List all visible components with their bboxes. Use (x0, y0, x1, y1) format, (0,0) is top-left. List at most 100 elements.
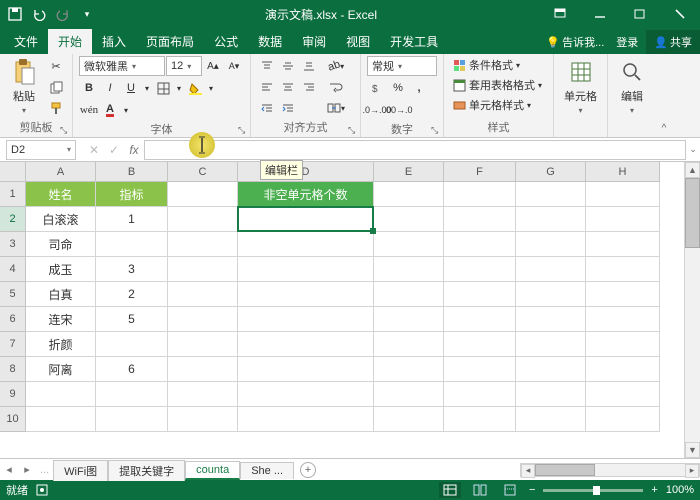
cell-D8[interactable] (238, 357, 374, 382)
cell-F2[interactable] (444, 207, 516, 232)
cell-H2[interactable] (586, 207, 660, 232)
share-button[interactable]: 👤共享 (646, 30, 700, 54)
col-header-D[interactable]: D (238, 162, 374, 182)
cell-G10[interactable] (516, 407, 586, 432)
cell-G4[interactable] (516, 257, 586, 282)
col-header-F[interactable]: F (444, 162, 516, 182)
editing-button[interactable]: 编辑 ▾ (614, 56, 650, 117)
hscroll-thumb[interactable] (535, 464, 595, 476)
launcher-icon[interactable]: ⤡ (238, 125, 248, 135)
cell-C4[interactable] (168, 257, 238, 282)
cell-H4[interactable] (586, 257, 660, 282)
zoom-in-icon[interactable]: + (651, 484, 657, 496)
redo-icon[interactable] (52, 3, 74, 25)
sheet-tab-wifi[interactable]: WiFi图 (53, 460, 108, 481)
row-header-4[interactable]: 4 (0, 257, 26, 282)
scroll-down-icon[interactable]: ▼ (685, 442, 700, 458)
tab-file[interactable]: 文件 (4, 29, 48, 54)
cell-A3[interactable]: 司命 (26, 232, 96, 257)
sheet-tab-keyword[interactable]: 提取关键字 (108, 460, 185, 481)
cell-B6[interactable]: 5 (96, 307, 168, 332)
currency-icon[interactable]: $ (367, 78, 387, 98)
sheet-tab-counta[interactable]: counta (185, 461, 240, 480)
cell-D4[interactable] (238, 257, 374, 282)
cell-G7[interactable] (516, 332, 586, 357)
sheet-prev-icon[interactable]: ◂ (0, 463, 18, 476)
italic-button[interactable]: I (100, 78, 120, 98)
tell-me[interactable]: 💡告诉我... (540, 30, 610, 54)
align-center-icon[interactable] (278, 77, 298, 97)
wrap-text-icon[interactable] (323, 77, 349, 97)
cell-H1[interactable] (586, 182, 660, 207)
cell-C3[interactable] (168, 232, 238, 257)
col-header-C[interactable]: C (168, 162, 238, 182)
add-sheet-button[interactable]: + (300, 462, 316, 478)
col-header-A[interactable]: A (26, 162, 96, 182)
cell-H7[interactable] (586, 332, 660, 357)
font-size-combo[interactable]: 12▾ (166, 56, 202, 76)
cell-D2[interactable] (238, 207, 374, 232)
cell-B3[interactable] (96, 232, 168, 257)
cell-A10[interactable] (26, 407, 96, 432)
cell-A7[interactable]: 折颜 (26, 332, 96, 357)
scroll-up-icon[interactable]: ▲ (685, 162, 700, 178)
tab-view[interactable]: 视图 (336, 29, 380, 54)
zoom-slider[interactable] (543, 489, 643, 492)
cell-F5[interactable] (444, 282, 516, 307)
cell-C7[interactable] (168, 332, 238, 357)
align-middle-icon[interactable] (278, 56, 298, 76)
cell-E1[interactable] (374, 182, 444, 207)
cell-F1[interactable] (444, 182, 516, 207)
align-top-icon[interactable] (257, 56, 277, 76)
ribbon-options-icon[interactable] (540, 0, 580, 28)
macro-record-icon[interactable] (36, 484, 48, 496)
format-painter-icon[interactable] (46, 98, 66, 118)
cell-A9[interactable] (26, 382, 96, 407)
paste-button[interactable]: 粘贴 ▾ (6, 56, 42, 117)
row-header-3[interactable]: 3 (0, 232, 26, 257)
underline-button[interactable]: U (121, 78, 141, 98)
number-format-combo[interactable]: 常规▾ (367, 56, 437, 76)
cell-G9[interactable] (516, 382, 586, 407)
cut-icon[interactable]: ✂ (46, 56, 66, 76)
decrease-decimal-icon[interactable]: .00→.0 (388, 100, 408, 120)
percent-icon[interactable]: % (388, 78, 408, 98)
cell-C2[interactable] (168, 207, 238, 232)
comma-icon[interactable]: , (409, 78, 429, 98)
page-break-view-icon[interactable] (499, 482, 521, 498)
sheet-next-icon[interactable]: ▸ (18, 463, 36, 476)
scroll-thumb[interactable] (685, 178, 700, 248)
row-header-8[interactable]: 8 (0, 357, 26, 382)
select-all-corner[interactable] (0, 162, 26, 182)
border-dropdown-icon[interactable]: ▾ (174, 78, 184, 98)
align-right-icon[interactable] (299, 77, 319, 97)
normal-view-icon[interactable] (439, 482, 461, 498)
maximize-icon[interactable] (620, 0, 660, 28)
row-header-2[interactable]: 2 (0, 207, 26, 232)
undo-icon[interactable] (28, 3, 50, 25)
cell-B1[interactable]: 指标 (96, 182, 168, 207)
save-icon[interactable] (4, 3, 26, 25)
cell-G1[interactable] (516, 182, 586, 207)
cell-D9[interactable] (238, 382, 374, 407)
cell-B9[interactable] (96, 382, 168, 407)
launcher-icon[interactable]: ⤡ (60, 125, 70, 135)
row-header-7[interactable]: 7 (0, 332, 26, 357)
zoom-thumb[interactable] (593, 486, 600, 495)
cell-A6[interactable]: 连宋 (26, 307, 96, 332)
cell-B5[interactable]: 2 (96, 282, 168, 307)
align-left-icon[interactable] (257, 77, 277, 97)
tab-review[interactable]: 审阅 (292, 29, 336, 54)
merge-icon[interactable]: ▾ (323, 98, 349, 118)
cell-B4[interactable]: 3 (96, 257, 168, 282)
expand-formula-bar-icon[interactable]: ⌄ (686, 144, 700, 155)
cell-E6[interactable] (374, 307, 444, 332)
cell-styles-button[interactable]: 单元格样式▾ (450, 96, 533, 114)
phonetic-icon[interactable]: wén (79, 100, 99, 120)
cell-G3[interactable] (516, 232, 586, 257)
tab-formulas[interactable]: 公式 (204, 29, 248, 54)
increase-font-icon[interactable]: A▴ (203, 56, 223, 76)
cell-D1[interactable]: 非空单元格个数 (238, 182, 374, 207)
cancel-formula-icon[interactable]: ✕ (84, 140, 104, 160)
cell-C5[interactable] (168, 282, 238, 307)
